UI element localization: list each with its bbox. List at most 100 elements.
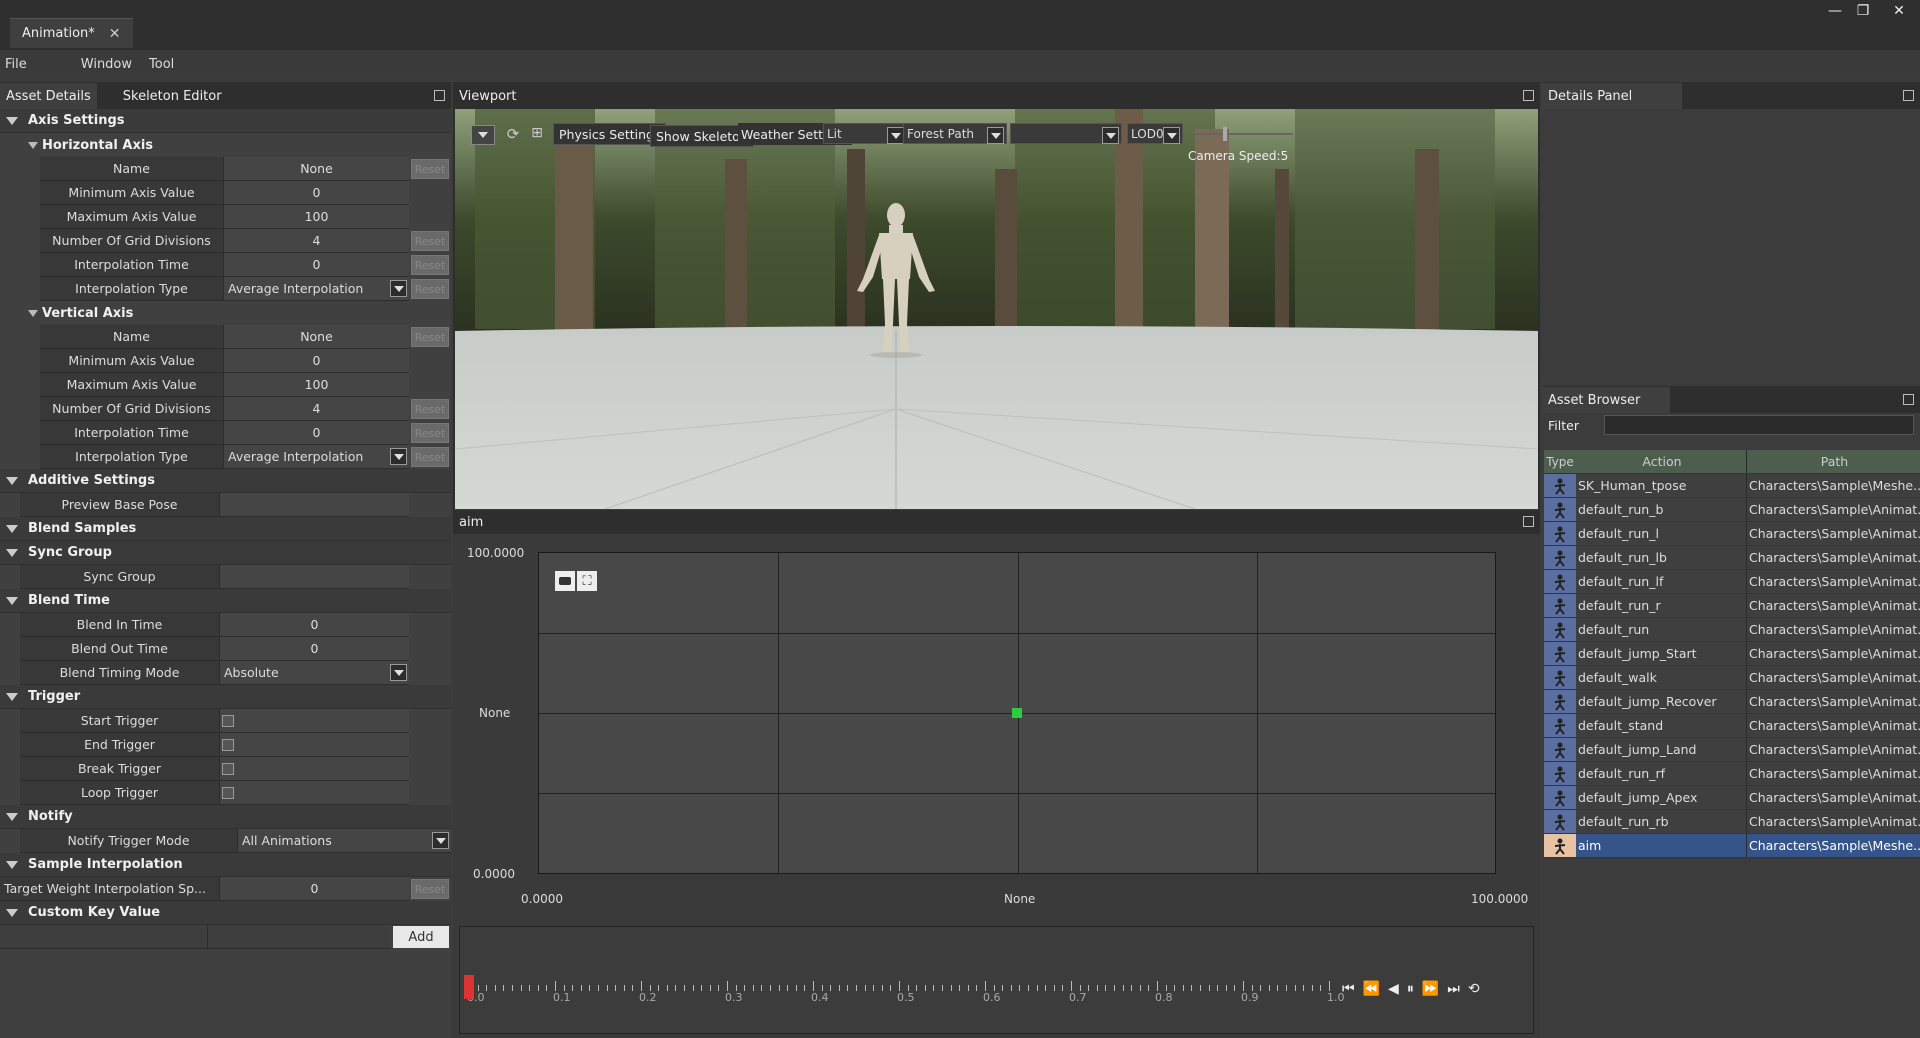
skip-to-end-icon[interactable]: ⏭ (1447, 981, 1460, 997)
step-forward-icon[interactable]: ⏩ (1422, 981, 1439, 997)
collapse-triangle-icon[interactable] (6, 812, 18, 821)
horizontal-row-value[interactable]: Average Interpolation (224, 277, 409, 301)
play-reverse-icon[interactable]: ◀ (1388, 981, 1399, 997)
blend-out-time-value[interactable]: 0 (220, 637, 409, 661)
subsection-vertical-axis[interactable]: Vertical Axis (0, 301, 451, 325)
restore-button[interactable]: ❐ (1848, 0, 1878, 22)
vertical-row-value[interactable]: Average Interpolation (224, 445, 409, 469)
chevron-down-icon[interactable] (390, 280, 407, 297)
section-blend-time[interactable]: Blend Time (0, 589, 451, 613)
collapse-triangle-icon[interactable] (6, 116, 18, 125)
reset-button[interactable]: Reset (411, 255, 449, 275)
viewport-menu-button[interactable] (471, 125, 495, 145)
reset-button[interactable]: Reset (411, 159, 449, 179)
sync-group-value[interactable] (220, 565, 409, 589)
pause-icon[interactable]: ⏸ (1407, 981, 1414, 997)
asset-row[interactable]: default_jump_Start Characters\Sample\Ani… (1544, 642, 1920, 666)
asset-row[interactable]: default_stand Characters\Sample\Animat..… (1544, 714, 1920, 738)
target-weight-value[interactable]: 0 (220, 877, 409, 901)
collapse-triangle-icon[interactable] (28, 141, 38, 149)
reset-button[interactable]: Reset (411, 879, 449, 899)
asset-row[interactable]: default_run Characters\Sample\Animat... (1544, 618, 1920, 642)
asset-row[interactable]: default_run_rb Characters\Sample\Animat.… (1544, 810, 1920, 834)
vertical-row-value[interactable]: None (224, 325, 409, 349)
pin-icon[interactable] (434, 90, 445, 101)
tab-skeleton-editor[interactable]: Skeleton Editor (117, 83, 228, 109)
collapse-triangle-icon[interactable] (6, 548, 18, 557)
section-trigger[interactable]: Trigger (0, 685, 451, 709)
trigger-checkbox[interactable] (222, 738, 234, 751)
notify-trigger-mode-select[interactable]: All Animations (238, 829, 451, 853)
asset-row[interactable]: default_jump_Land Characters\Sample\Anim… (1544, 738, 1920, 762)
section-axis-settings[interactable]: Axis Settings (0, 109, 451, 133)
pin-icon[interactable] (1523, 90, 1534, 101)
tab-asset-details[interactable]: Asset Details (0, 83, 97, 109)
menu-window[interactable]: Window (39, 57, 144, 72)
timeline-ruler[interactable]: 0.0 0.1 0.2 0.3 0.4 0.5 0.6 0.7 0.8 0.9 1.0 (467, 981, 1345, 1004)
skip-to-start-icon[interactable]: ⏮ (1342, 981, 1355, 997)
collapse-triangle-icon[interactable] (28, 309, 38, 317)
section-blend-samples[interactable]: Blend Samples (0, 517, 451, 541)
preview-base-pose-value[interactable] (220, 493, 409, 517)
horizontal-row-value[interactable]: 0 (224, 253, 409, 277)
pin-icon[interactable] (1523, 516, 1534, 527)
trigger-checkbox[interactable] (222, 786, 234, 799)
document-tab[interactable]: Animation* ✕ (10, 18, 133, 48)
menu-file[interactable]: File (0, 57, 39, 72)
asset-row[interactable]: SK_Human_tpose Characters\Sample\Meshe..… (1544, 474, 1920, 498)
reset-button[interactable]: Reset (411, 231, 449, 251)
horizontal-row-value[interactable]: 4 (224, 229, 409, 253)
custom-value-field[interactable] (208, 925, 391, 949)
vertical-row-value[interactable]: 0 (224, 421, 409, 445)
asset-row[interactable]: default_run_r Characters\Sample\Animat..… (1544, 594, 1920, 618)
chevron-down-icon[interactable] (390, 664, 407, 681)
blend-space-grid[interactable]: ⛶ (538, 552, 1496, 874)
select-tool-icon[interactable] (555, 571, 575, 591)
slider-handle[interactable] (1223, 127, 1227, 141)
horizontal-row-value[interactable]: 100 (224, 205, 409, 229)
pin-icon[interactable] (1903, 90, 1914, 101)
add-button[interactable]: Add (393, 926, 449, 948)
collapse-triangle-icon[interactable] (6, 524, 18, 533)
chevron-down-icon[interactable] (390, 448, 407, 465)
filter-input[interactable] (1604, 415, 1914, 435)
column-action[interactable]: Action (1576, 450, 1746, 473)
asset-row[interactable]: default_run_rf Characters\Sample\Animat.… (1544, 762, 1920, 786)
asset-row[interactable]: default_run_b Characters\Sample\Animat..… (1544, 498, 1920, 522)
step-back-icon[interactable]: ⏪ (1363, 981, 1380, 997)
reset-button[interactable]: Reset (411, 423, 449, 443)
collapse-triangle-icon[interactable] (6, 596, 18, 605)
custom-key-field[interactable] (0, 925, 208, 949)
lighting-mode-select[interactable]: Lit (823, 123, 907, 144)
lod-select[interactable]: LOD0 (1127, 123, 1183, 144)
asset-row[interactable]: default_jump_Apex Characters\Sample\Anim… (1544, 786, 1920, 810)
close-tab-icon[interactable]: ✕ (109, 26, 121, 42)
timeline[interactable]: 0.0 0.1 0.2 0.3 0.4 0.5 0.6 0.7 0.8 0.9 1.0 ⏮ ⏪ ◀ … (459, 926, 1534, 1034)
reset-button[interactable]: Reset (411, 447, 449, 467)
section-custom-key-value[interactable]: Custom Key Value (0, 901, 451, 925)
reset-button[interactable]: Reset (411, 399, 449, 419)
empty-select[interactable] (1010, 123, 1122, 144)
collapse-triangle-icon[interactable] (6, 860, 18, 869)
close-window-button[interactable]: ✕ (1884, 0, 1914, 22)
asset-row[interactable]: default_jump_Recover Characters\Sample\A… (1544, 690, 1920, 714)
trigger-checkbox[interactable] (222, 714, 234, 727)
trigger-checkbox[interactable] (222, 762, 234, 775)
subsection-horizontal-axis[interactable]: Horizontal Axis (0, 133, 451, 157)
section-sample-interpolation[interactable]: Sample Interpolation (0, 853, 451, 877)
view-grid-icon[interactable]: ⊞ (527, 125, 547, 145)
minimize-button[interactable]: — (1820, 0, 1850, 22)
blend-timing-mode-select[interactable]: Absolute (220, 661, 409, 685)
sample-point[interactable] (1012, 708, 1022, 718)
section-notify[interactable]: Notify (0, 805, 451, 829)
vertical-row-value[interactable]: 100 (224, 373, 409, 397)
collapse-triangle-icon[interactable] (6, 476, 18, 485)
horizontal-row-value[interactable]: None (224, 157, 409, 181)
column-path[interactable]: Path (1746, 450, 1920, 473)
chevron-down-icon[interactable] (432, 832, 449, 849)
asset-row[interactable]: default_run_l Characters\Sample\Animat..… (1544, 522, 1920, 546)
asset-row[interactable]: default_run_lb Characters\Sample\Animat.… (1544, 546, 1920, 570)
loop-icon[interactable]: ⟲ (1468, 981, 1480, 997)
horizontal-row-value[interactable]: 0 (224, 181, 409, 205)
section-sync-group[interactable]: Sync Group (0, 541, 451, 565)
